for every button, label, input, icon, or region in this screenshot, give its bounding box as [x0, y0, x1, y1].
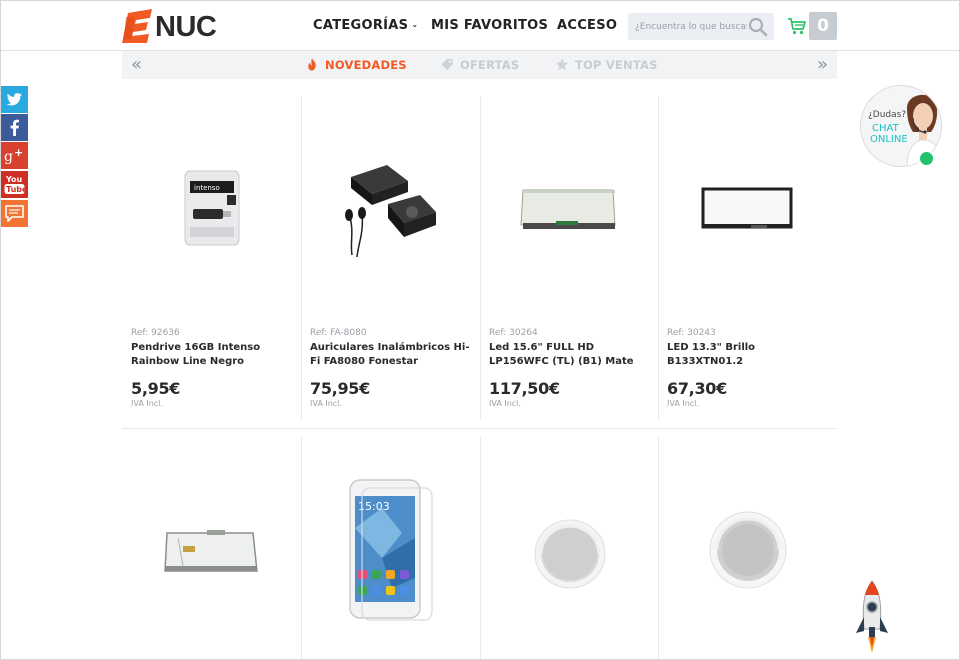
- phone-clock: 15:03: [358, 500, 390, 513]
- product-card[interactable]: [481, 438, 659, 659]
- brand-name: NUC: [155, 11, 217, 43]
- product-ref: Ref: 92636: [131, 328, 180, 338]
- product-ref: Ref: FA-8080: [310, 328, 367, 338]
- product-card[interactable]: [123, 438, 301, 659]
- product-image-smartphone: 15:03: [349, 479, 433, 621]
- chevron-down-icon: ⌄: [411, 20, 419, 29]
- product-tax-note: IVA Incl.: [310, 399, 342, 408]
- product-name[interactable]: LED 13.3" Brillo B133XTN01.2: [667, 341, 831, 369]
- facebook-icon[interactable]: [1, 114, 28, 141]
- product-name[interactable]: Led 15.6" FULL HD LP156WFC (TL) (B1) Mat…: [489, 341, 653, 369]
- product-tax-note: IVA Incl.: [667, 399, 699, 408]
- tag-icon: [441, 58, 453, 71]
- cart-icon[interactable]: [787, 17, 807, 35]
- product-image-usb-pendrive: intenso: [184, 170, 240, 246]
- twitter-icon[interactable]: [1, 86, 28, 113]
- product-tabs-bar: « NOVEDADES OFERTAS TOP VENTAS »: [122, 51, 837, 79]
- fire-icon: [308, 58, 316, 71]
- tab-ofertas-label: OFERTAS: [460, 58, 520, 72]
- product-image-ceiling-speaker: [534, 519, 606, 589]
- product-image-lcd-panel: [701, 187, 793, 229]
- product-price: 75,95€: [310, 379, 370, 398]
- grid-row-divider: [122, 428, 837, 429]
- search-box: [628, 13, 774, 40]
- svg-text:You: You: [5, 175, 23, 184]
- comment-icon[interactable]: [1, 200, 28, 227]
- rocket-icon[interactable]: [854, 579, 890, 655]
- tab-top-ventas[interactable]: TOP VENTAS: [555, 58, 658, 72]
- product-price: 117,50€: [489, 379, 560, 398]
- tab-novedades[interactable]: NOVEDADES: [305, 58, 407, 72]
- product-card[interactable]: 15:03: [302, 438, 480, 659]
- svg-text:g: g: [4, 149, 13, 165]
- chat-label-line1: CHAT: [872, 123, 899, 134]
- product-name[interactable]: Pendrive 16GB Intenso Rainbow Line Negro: [131, 341, 295, 369]
- product-ref: Ref: 30243: [667, 328, 716, 338]
- online-status-dot: [918, 150, 935, 167]
- tab-novedades-label: NOVEDADES: [325, 58, 407, 72]
- google-plus-icon[interactable]: g +: [1, 142, 28, 169]
- svg-text:intenso: intenso: [194, 184, 220, 192]
- product-tax-note: IVA Incl.: [489, 399, 521, 408]
- product-price: 5,95€: [131, 379, 181, 398]
- svg-text:+: +: [14, 146, 23, 159]
- nav-acceso[interactable]: ACCESO: [557, 18, 617, 33]
- product-name[interactable]: Auriculares Inalámbricos Hi-Fi FA8080 Fo…: [310, 341, 474, 369]
- tab-ofertas[interactable]: OFERTAS: [440, 58, 519, 72]
- cart-count-badge[interactable]: 0: [809, 12, 837, 40]
- product-price: 67,30€: [667, 379, 727, 398]
- search-icon[interactable]: [747, 16, 769, 38]
- svg-text:Tube: Tube: [6, 185, 28, 194]
- site-header: NUC CATEGORÍAS⌄ MIS FAVORITOS ACCESO 0: [1, 1, 959, 51]
- product-image-lcd-panel-back: [164, 530, 258, 572]
- tab-top-ventas-label: TOP VENTAS: [575, 58, 658, 72]
- product-image-ceiling-speaker: [709, 511, 787, 589]
- product-image-lcd-panel: [520, 189, 616, 229]
- tabs-next-arrow[interactable]: »: [817, 54, 828, 75]
- product-tax-note: IVA Incl.: [131, 399, 163, 408]
- nav-categorias-label: CATEGORÍAS: [313, 18, 409, 33]
- search-input[interactable]: [635, 17, 747, 36]
- tabs-prev-arrow[interactable]: «: [131, 54, 142, 75]
- product-ref: Ref: 30264: [489, 328, 538, 338]
- chat-label-line2: ONLINE: [870, 134, 908, 145]
- youtube-icon[interactable]: You Tube: [1, 171, 28, 198]
- page-frame: NUC CATEGORÍAS⌄ MIS FAVORITOS ACCESO 0 «: [0, 0, 960, 660]
- product-image-wireless-earphones: [345, 165, 436, 258]
- logo[interactable]: NUC: [122, 7, 222, 45]
- chat-question: ¿Dudas?: [868, 110, 907, 120]
- nav-mis-favoritos[interactable]: MIS FAVORITOS: [431, 18, 548, 33]
- star-icon: [555, 58, 569, 71]
- nav-categorias[interactable]: CATEGORÍAS ⌄: [313, 18, 418, 33]
- product-card[interactable]: [659, 438, 837, 659]
